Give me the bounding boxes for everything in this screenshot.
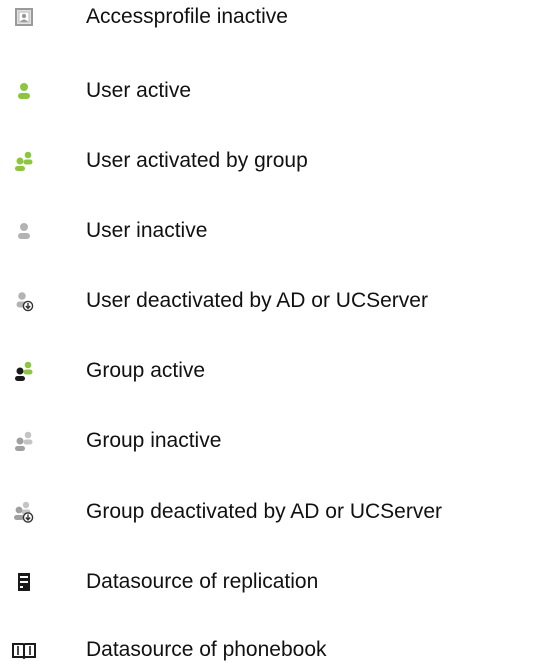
legend-item: User active [0, 76, 539, 106]
legend-item: Group deactivated by AD or UCServer [0, 497, 539, 527]
legend-label: Group deactivated by AD or UCServer [86, 500, 442, 523]
legend-label: User active [86, 79, 192, 102]
datasource-replication-icon [10, 568, 38, 596]
user-deactivated-icon [10, 287, 38, 315]
legend-item: Datasource of replication [0, 567, 539, 597]
legend-item: User inactive [0, 216, 539, 246]
legend-item: Accessprofile inactive [0, 2, 539, 32]
group-deactivated-icon [10, 498, 38, 526]
datasource-phonebook-icon [10, 636, 38, 664]
legend-item: Group inactive [0, 426, 539, 456]
legend-item: User deactivated by AD or UCServer [0, 286, 539, 316]
group-active-icon [10, 357, 38, 385]
legend-label: Datasource of phonebook [86, 638, 327, 661]
legend-label: User deactivated by AD or UCServer [86, 289, 428, 312]
group-inactive-icon [10, 427, 38, 455]
legend-label: Group active [86, 359, 206, 382]
user-inactive-icon [10, 217, 38, 245]
legend-label: User inactive [86, 219, 208, 242]
legend-label: Group inactive [86, 429, 222, 452]
legend-label: Datasource of replication [86, 570, 319, 593]
legend-item: Group active [0, 356, 539, 386]
legend-label: User activated by group [86, 149, 308, 172]
user-activated-by-group-icon [10, 147, 38, 175]
legend-item: User activated by group [0, 146, 539, 176]
user-active-icon [10, 77, 38, 105]
legend-label: Accessprofile inactive [86, 5, 288, 28]
legend-item: Datasource of phonebook [0, 635, 539, 665]
accessprofile-inactive-icon [10, 3, 38, 31]
